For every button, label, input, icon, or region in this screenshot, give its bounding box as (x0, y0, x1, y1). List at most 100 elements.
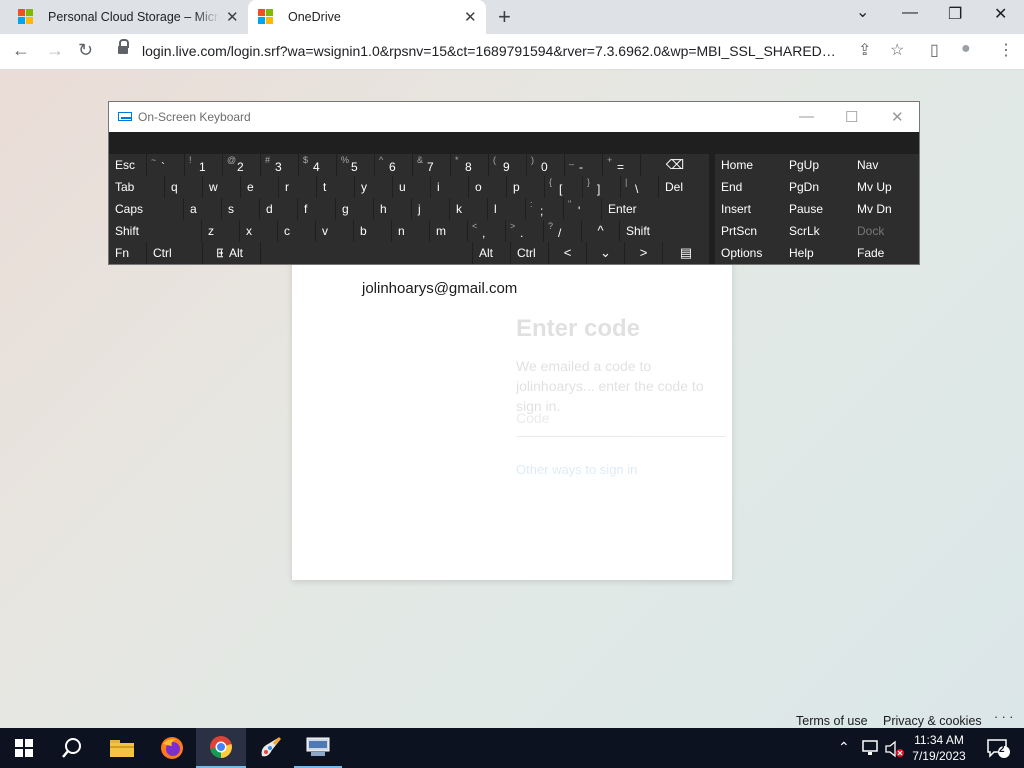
key-[interactable]: > (625, 242, 662, 264)
key-mv-dn[interactable]: Mv Dn (851, 198, 919, 220)
privacy-cookies-link[interactable]: Privacy & cookies (883, 714, 982, 728)
key-del[interactable]: Del (659, 176, 709, 198)
key-mv-up[interactable]: Mv Up (851, 176, 919, 198)
paint-button[interactable] (246, 728, 294, 768)
key-z[interactable]: z (202, 220, 239, 242)
volume-muted-icon[interactable] (884, 740, 906, 758)
key-nav[interactable]: Nav (851, 154, 919, 176)
key-[interactable]: }] (583, 176, 620, 198)
key-v[interactable]: v (316, 220, 353, 242)
key-fn[interactable]: Fn (109, 242, 146, 264)
key-a[interactable]: a (184, 198, 221, 220)
file-explorer-button[interactable] (98, 728, 146, 768)
key-5[interactable]: % 5 (337, 154, 374, 176)
key-[interactable]: _ - (565, 154, 602, 176)
key-[interactable]: | \ (621, 176, 658, 198)
key-ctrl[interactable]: Ctrl (147, 242, 202, 264)
profile-icon[interactable]: ● (961, 40, 971, 58)
osk-minimize-icon[interactable]: — (799, 108, 814, 125)
key-k[interactable]: k (450, 198, 487, 220)
key-shift[interactable]: Shift (109, 220, 201, 242)
key-help[interactable]: Help (783, 242, 851, 264)
window-close-icon[interactable]: ✕ (994, 4, 1007, 24)
tab-search-chevron-icon[interactable]: ⌄ (856, 2, 869, 22)
clock[interactable]: 11:34 AM 7/19/2023 (906, 732, 972, 764)
key-[interactable]: ^ (582, 220, 619, 242)
key-s[interactable]: s (222, 198, 259, 220)
tab-onedrive[interactable]: OneDrive ✕ (248, 0, 486, 34)
new-tab-icon[interactable]: + (498, 4, 511, 30)
share-icon[interactable]: ⇪ (858, 40, 871, 60)
key-alt[interactable]: Alt (473, 242, 510, 264)
chrome-button[interactable] (196, 728, 246, 768)
key-0[interactable]: ) 0 (527, 154, 564, 176)
key-[interactable]: ⌫ (641, 154, 709, 176)
side-panel-icon[interactable]: ▯ (930, 40, 939, 60)
key-f[interactable]: f (298, 198, 335, 220)
firefox-button[interactable] (148, 728, 196, 768)
key-l[interactable]: l (488, 198, 525, 220)
key-end[interactable]: End (715, 176, 783, 198)
key-[interactable]: ? / (544, 220, 581, 242)
restore-icon[interactable]: ❐ (948, 4, 962, 24)
key-1[interactable]: ! 1 (185, 154, 222, 176)
tab-personal-cloud-storage[interactable]: Personal Cloud Storage – Microsoft ✕ (8, 0, 246, 34)
tab-close-icon[interactable]: ✕ (226, 8, 239, 26)
key-[interactable]: ▤ (663, 242, 709, 264)
key-4[interactable]: $4 (299, 154, 336, 176)
key-q[interactable]: q (165, 176, 202, 198)
address-url[interactable]: login.live.com/login.srf?wa=wsignin1.0&r… (142, 43, 842, 59)
key-b[interactable]: b (354, 220, 391, 242)
key-prtscn[interactable]: PrtScn (715, 220, 783, 242)
key-shift[interactable]: Shift (620, 220, 709, 242)
key-[interactable]: " ' (564, 198, 601, 220)
other-ways-link[interactable]: Other ways to sign in (516, 462, 726, 477)
osk-title-bar[interactable]: On-Screen Keyboard — ☐ ✕ (109, 102, 919, 132)
show-hidden-icons-icon[interactable]: ⌃ (838, 739, 850, 756)
key-enter[interactable]: Enter (602, 198, 709, 220)
key-7[interactable]: & 7 (413, 154, 450, 176)
key-6[interactable]: ^ 6 (375, 154, 412, 176)
address-bar[interactable]: login.live.com/login.srf?wa=wsignin1.0&r… (110, 38, 914, 66)
key-u[interactable]: u (393, 176, 430, 198)
key-c[interactable]: c (278, 220, 315, 242)
more-options-icon[interactable]: · · · (994, 710, 1013, 724)
code-input[interactable]: Code (516, 410, 726, 437)
key-[interactable]: + = (603, 154, 640, 176)
key-h[interactable]: h (374, 198, 411, 220)
key-e[interactable]: e (241, 176, 278, 198)
key-tab[interactable]: Tab (109, 176, 164, 198)
start-button[interactable] (0, 728, 48, 768)
key-[interactable]: :; (526, 198, 563, 220)
key-r[interactable]: r (279, 176, 316, 198)
key-[interactable]: <, (468, 220, 505, 242)
key-alt[interactable]: Alt (223, 242, 260, 264)
key-p[interactable]: p (507, 176, 544, 198)
key-space[interactable] (261, 242, 472, 264)
key-insert[interactable]: Insert (715, 198, 783, 220)
key-3[interactable]: #3 (261, 154, 298, 176)
on-screen-keyboard-button[interactable] (294, 728, 342, 768)
key-m[interactable]: m (430, 220, 467, 242)
key-ctrl[interactable]: Ctrl (511, 242, 548, 264)
tab-close-icon[interactable]: ✕ (464, 8, 477, 26)
key-[interactable]: >. (506, 220, 543, 242)
reload-icon[interactable]: ↻ (78, 40, 93, 61)
search-button[interactable] (48, 728, 96, 768)
key-pause[interactable]: Pause (783, 198, 851, 220)
key-dock[interactable]: Dock (851, 220, 919, 242)
key-[interactable]: {[ (545, 176, 582, 198)
osk-close-icon[interactable]: ✕ (891, 108, 904, 126)
back-icon[interactable]: ← (12, 40, 30, 61)
key-y[interactable]: y (355, 176, 392, 198)
key-[interactable]: < (549, 242, 586, 264)
key-esc[interactable]: Esc (109, 154, 146, 176)
key-scrlk[interactable]: ScrLk (783, 220, 851, 242)
key-o[interactable]: o (469, 176, 506, 198)
key-g[interactable]: g (336, 198, 373, 220)
key-8[interactable]: * 8 (451, 154, 488, 176)
key-d[interactable]: d (260, 198, 297, 220)
key-home[interactable]: Home (715, 154, 783, 176)
key-pgup[interactable]: PgUp (783, 154, 851, 176)
network-icon[interactable] (862, 740, 880, 756)
